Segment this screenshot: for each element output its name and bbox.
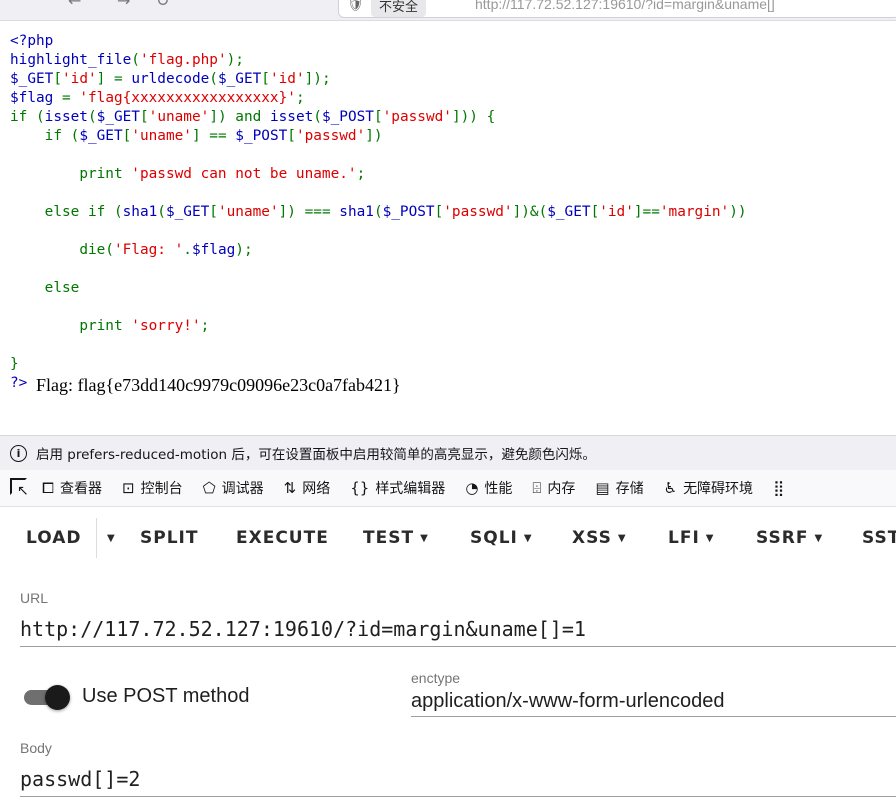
chevron-down-icon: ▼ [420, 533, 429, 544]
browser-toolbar: ← → ↻ 🛡 不安全 http://117.72.52.127:19610/?… [0, 0, 896, 21]
tab-style-editor[interactable]: {} 样式编辑器 [350, 478, 445, 498]
devtools-notification: i 启用 prefers-reduced-motion 后，可在设置面板中启用较… [0, 435, 896, 471]
tab-accessibility[interactable]: ♿ 无障碍环境 [664, 478, 753, 498]
ssti-menu[interactable]: SSTI [862, 528, 896, 548]
ssrf-menu[interactable]: SSRF ▼ [756, 528, 823, 548]
xss-menu[interactable]: XSS ▼ [572, 528, 627, 548]
page-output-flag: Flag: flag{e73dd140c9979c09096e23c0a7fab… [36, 375, 401, 395]
body-underline [20, 796, 896, 797]
tab-console[interactable]: ⊡ 控制台 [122, 478, 183, 498]
console-icon: ⊡ [122, 479, 135, 497]
url-input[interactable]: http://117.72.52.127:19610/?id=margin&un… [20, 617, 586, 641]
notification-text: 启用 prefers-reduced-motion 后，可在设置面板中启用较简单… [36, 447, 596, 463]
enctype-underline [411, 716, 896, 717]
debugger-icon: ⬠ [202, 479, 216, 497]
inspector-icon: ⧠ [42, 479, 55, 497]
forward-icon[interactable]: → [117, 0, 130, 10]
body-label: Body [20, 740, 52, 756]
back-icon[interactable]: ← [68, 0, 81, 10]
load-button[interactable]: LOAD [26, 528, 82, 548]
chevron-down-icon: ▼ [523, 533, 533, 544]
sqli-menu[interactable]: SQLI ▼ [470, 528, 533, 548]
network-icon: ⇅ [283, 479, 297, 497]
url-underline [20, 646, 896, 647]
devtools-toolbar: ↖ ⧠ 查看器 ⊡ 控制台 ⬠ 调试器 ⇅ 网络 {} 样式编辑器 ◔ 性能 ⌹ 内存 ▤ 存储… [0, 470, 896, 507]
address-text[interactable]: http://117.72.52.127:19610/?id=margin&un… [475, 0, 775, 12]
php-source-code: <?php highlight_file('flag.php'); $_GET[… [10, 33, 747, 391]
tab-inspector[interactable]: ⧠ 查看器 [42, 478, 102, 498]
tab-performance[interactable]: ◔ 性能 [465, 478, 512, 498]
storage-icon: ▤ [595, 479, 610, 497]
grid-icon: ⣿ [773, 479, 785, 497]
chevron-down-icon: ▼ [617, 533, 627, 544]
use-post-toggle[interactable] [24, 685, 70, 710]
accessibility-icon: ♿ [663, 479, 678, 497]
chevron-down-icon: ▼ [814, 533, 824, 544]
body-input[interactable]: passwd[]=2 [20, 767, 140, 791]
hackbar-toolbar: LOAD ▼ SPLIT EXECUTE TEST ▼ SQLI ▼ XSS ▼ LF… [0, 516, 896, 560]
chevron-down-icon: ▼ [705, 533, 715, 544]
tab-memory[interactable]: ⌹ 内存 [532, 478, 575, 498]
tab-network[interactable]: ⇅ 网络 [284, 478, 331, 498]
element-picker-icon[interactable]: ↖ [10, 478, 30, 498]
reload-icon[interactable]: ↻ [156, 0, 169, 10]
lfi-menu[interactable]: LFI ▼ [668, 528, 714, 548]
split-button[interactable]: SPLIT [140, 528, 198, 548]
tab-overflow[interactable]: ⣿ [773, 479, 790, 497]
security-badge[interactable]: 不安全 [371, 0, 427, 17]
execute-button[interactable]: EXECUTE [236, 528, 329, 548]
style-editor-icon: {} [350, 479, 370, 497]
memory-icon: ⌹ [532, 479, 542, 497]
url-label: URL [20, 590, 49, 606]
tab-storage[interactable]: ▤ 存储 [595, 478, 643, 498]
insecure-lock-icon[interactable]: 🛡 [347, 0, 364, 13]
info-icon: i [10, 444, 27, 462]
tab-debugger[interactable]: ⬠ 调试器 [203, 478, 264, 498]
performance-icon: ◔ [465, 479, 479, 497]
enctype-select[interactable]: application/x-www-form-urlencoded [411, 690, 724, 713]
use-post-label: Use POST method [82, 685, 250, 707]
load-dropdown-icon[interactable]: ▼ [101, 528, 116, 548]
enctype-label: enctype [411, 670, 461, 686]
test-menu[interactable]: TEST ▼ [363, 528, 429, 548]
address-bar[interactable]: 🛡 不安全 http://117.72.52.127:19610/?id=mar… [338, 0, 896, 18]
